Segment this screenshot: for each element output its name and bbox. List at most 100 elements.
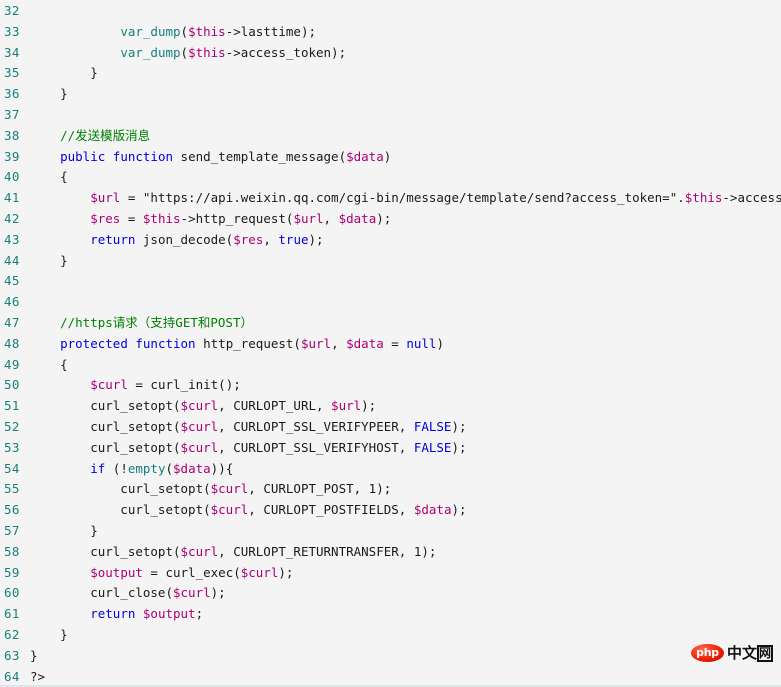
code-token-plain: curl_setopt(	[30, 543, 181, 559]
line-number: 52	[4, 418, 20, 434]
line-content: curl_setopt($curl, CURLOPT_RETURNTRANSFE…	[30, 542, 781, 563]
line-content: var_dump($this->lasttime);	[30, 22, 781, 43]
code-line[interactable]: 52 curl_setopt($curl, CURLOPT_SSL_VERIFY…	[0, 417, 781, 438]
line-number: 51	[4, 398, 20, 414]
line-content: curl_setopt($curl, CURLOPT_POSTFIELDS, $…	[30, 500, 781, 521]
line-number: 43	[4, 231, 20, 247]
code-line[interactable]: 37	[0, 105, 781, 126]
line-content: ?>	[30, 667, 781, 687]
code-line[interactable]: 63}	[0, 646, 781, 667]
code-line[interactable]: 48 protected function http_request($url,…	[0, 334, 781, 355]
line-content: $output = curl_exec($curl);	[30, 563, 781, 584]
code-line[interactable]: 33 var_dump($this->lasttime);	[0, 22, 781, 43]
line-content: curl_close($curl);	[30, 583, 781, 604]
code-token-var: $this	[188, 23, 226, 39]
code-listing[interactable]: 32 33 var_dump($this->lasttime); 34 var_du…	[0, 0, 781, 687]
code-token-plain: , CURLOPT_SSL_VERIFYPEER,	[218, 418, 414, 434]
line-content: curl_setopt($curl, CURLOPT_SSL_VERIFYPEE…	[30, 417, 781, 438]
code-token-var: $url	[300, 335, 332, 351]
line-content: curl_setopt($curl, CURLOPT_SSL_VERIFYHOS…	[30, 438, 781, 459]
code-token-plain: http_request(	[195, 335, 301, 351]
code-token-var: $res	[90, 210, 121, 226]
code-line[interactable]: 44 }	[0, 251, 781, 272]
code-line[interactable]: 53 curl_setopt($curl, CURLOPT_SSL_VERIFY…	[0, 438, 781, 459]
code-line[interactable]: 45	[0, 271, 781, 292]
code-token-plain: .	[677, 190, 685, 206]
line-content: }	[30, 625, 781, 646]
code-line[interactable]: 55 curl_setopt($curl, CURLOPT_POST, 1);	[0, 479, 781, 500]
line-number: 49	[4, 356, 20, 372]
line-content: $res = $this->http_request($url, $data);	[30, 209, 781, 230]
line-content: $curl = curl_init();	[30, 375, 781, 396]
code-line[interactable]: 34 var_dump($this->access_token);	[0, 43, 781, 64]
code-token-plain: = curl_exec(	[142, 564, 241, 580]
line-content: public function send_template_message($d…	[30, 147, 781, 168]
code-token-plain: );	[451, 502, 467, 518]
line-number: 44	[4, 252, 20, 268]
code-token-plain: ?>	[30, 668, 46, 684]
line-content: $url = "https://api.weixin.qq.com/cgi-bi…	[30, 188, 781, 209]
code-line[interactable]: 57 }	[0, 521, 781, 542]
code-line[interactable]: 56 curl_setopt($curl, CURLOPT_POSTFIELDS…	[0, 500, 781, 521]
code-line[interactable]: 64 ?>	[0, 667, 781, 687]
code-token-plain: (!	[105, 460, 128, 476]
code-token-plain: {	[30, 169, 68, 185]
code-line[interactable]: 40 {	[0, 167, 781, 188]
code-line[interactable]: 58 curl_setopt($curl, CURLOPT_RETURNTRAN…	[0, 542, 781, 563]
code-line[interactable]: 46	[0, 292, 781, 313]
code-line[interactable]: 42 $res = $this->http_request($url, $dat…	[0, 209, 781, 230]
code-token-plain: , CURLOPT_POSTFIELDS,	[248, 502, 414, 518]
code-line[interactable]: 47 //https请求（支持GET和POST）	[0, 313, 781, 334]
line-content: var_dump($this->access_token);	[30, 43, 781, 64]
code-token-var: $curl	[180, 398, 219, 414]
line-content: }	[30, 646, 781, 667]
code-token-var: $res	[233, 231, 264, 247]
line-number: 53	[4, 439, 20, 455]
code-token-plain: =	[383, 335, 407, 351]
code-line[interactable]: 60 curl_close($curl);	[0, 583, 781, 604]
code-line[interactable]: 38 //发送模版消息	[0, 126, 781, 147]
code-line[interactable]: 61 return $output;	[0, 604, 781, 625]
line-number: 57	[4, 522, 20, 538]
line-content: //发送模版消息	[30, 126, 781, 147]
code-line[interactable]: 51 curl_setopt($curl, CURLOPT_URL, $url)…	[0, 396, 781, 417]
line-content: {	[30, 355, 781, 376]
code-line[interactable]: 36 }	[0, 84, 781, 105]
code-line[interactable]: 41 $url = "https://api.weixin.qq.com/cgi…	[0, 188, 781, 209]
line-number: 35	[4, 65, 20, 81]
code-token-plain: );	[278, 564, 294, 580]
code-token-plain: (	[165, 460, 174, 476]
line-number: 38	[4, 127, 20, 143]
code-token-plain: }	[30, 252, 68, 268]
code-token-var: $curl	[180, 418, 219, 434]
code-token-plain: ;	[195, 606, 204, 622]
code-line[interactable]: 43 return json_decode($res, true);	[0, 230, 781, 251]
code-token-var: $curl	[90, 377, 128, 393]
line-number: 33	[4, 23, 20, 39]
code-line[interactable]: 54 if (!empty($data)){	[0, 459, 781, 480]
code-token-plain: ->access_token;	[722, 190, 781, 206]
code-line[interactable]: 62 }	[0, 625, 781, 646]
code-line[interactable]: 32	[0, 1, 781, 22]
code-token-comment: //发送模版消息	[60, 127, 151, 143]
code-line[interactable]: 50 $curl = curl_init();	[0, 375, 781, 396]
code-token-var: $data	[346, 335, 384, 351]
code-token-plain: , CURLOPT_URL,	[218, 398, 332, 414]
line-number: 54	[4, 460, 20, 476]
code-line[interactable]: 49 {	[0, 355, 781, 376]
code-token-var: $data	[338, 210, 377, 226]
line-content: return $output;	[30, 604, 781, 625]
code-line[interactable]: 59 $output = curl_exec($curl);	[0, 563, 781, 584]
code-token-plain: curl_setopt(	[30, 481, 211, 497]
code-line[interactable]: 39 public function send_template_message…	[0, 147, 781, 168]
line-number: 39	[4, 148, 20, 164]
code-token-kw: return	[90, 606, 136, 622]
code-token-var: $curl	[210, 481, 249, 497]
watermark-text-boxed: 网	[756, 645, 773, 662]
line-content: curl_setopt($curl, CURLOPT_POST, 1);	[30, 479, 781, 500]
code-line[interactable]: 35 }	[0, 63, 781, 84]
